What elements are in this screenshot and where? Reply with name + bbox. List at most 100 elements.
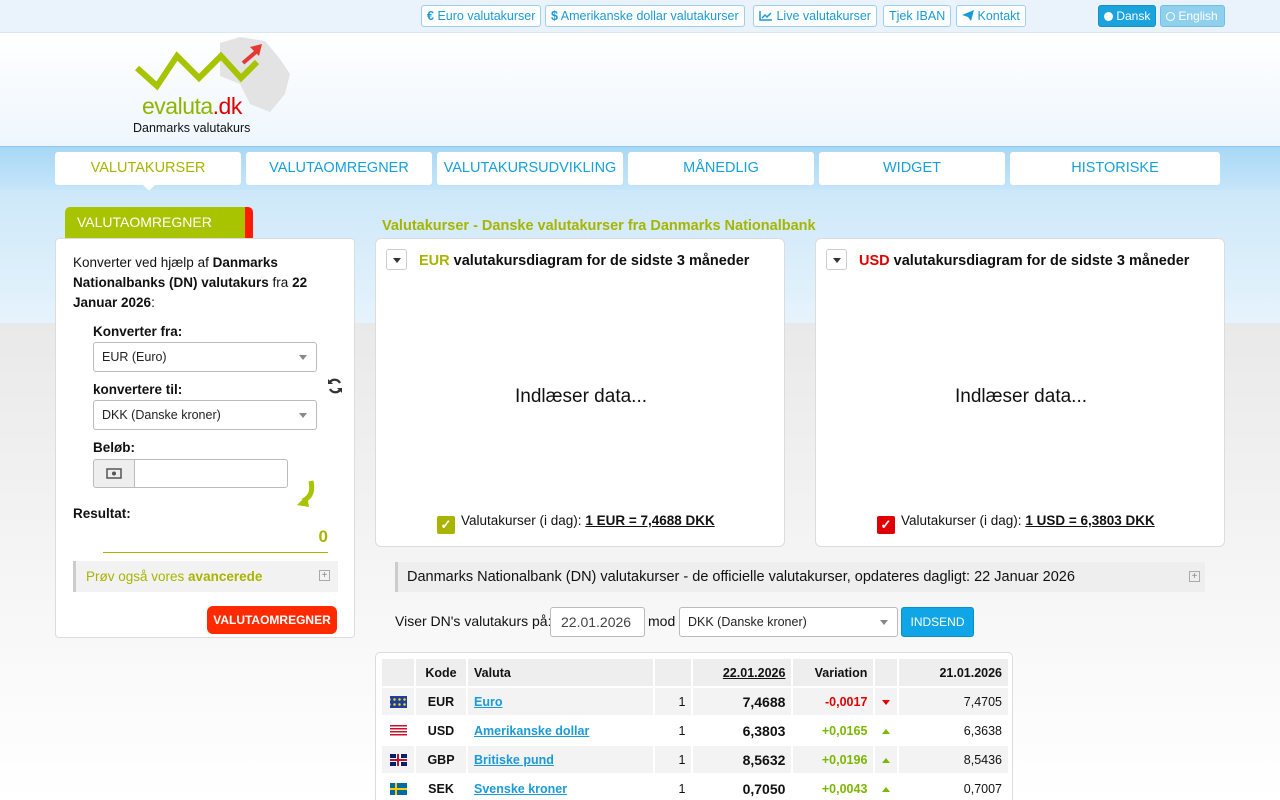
currency-link-cell: Amerikanske dollar [468,717,654,744]
nav-historiske[interactable]: HISTORISKE [1010,152,1220,185]
nav-widget[interactable]: WIDGET [819,152,1005,185]
eur-chart-loading: Indlæser data... [514,386,648,407]
euro-rates-link[interactable]: € Euro valutakurser [421,5,542,27]
trend-cell [875,688,898,715]
date-input[interactable]: 22.01.2026 [550,607,645,637]
from-label: Konverter fra: [93,324,183,339]
nav-maanedlig[interactable]: MÅNEDLIG [628,152,814,185]
eur-today-value: 1 EUR = 7,4688 DKK [585,513,715,528]
rate-cell: 0,7050 [693,775,792,800]
code-cell: GBP [416,746,466,773]
table-row: EUR Euro 1 7,4688 -0,0017 7,4705 [382,688,1008,715]
converter-submit-button[interactable]: VALUTAOMREGNER [207,606,337,634]
trend-up-icon [882,757,891,763]
currency-link[interactable]: Amerikanske dollar [474,724,589,738]
eur-today-rate: ✓ Valutakurser (i dag): 1 EUR = 7,4688 DK… [437,513,715,534]
lang-dansk-button[interactable]: Dansk [1098,5,1157,27]
unit-cell: 1 [655,746,692,773]
currency-link-cell: Euro [468,688,654,715]
rates-table: Kode Valuta 22.01.2026 Variation 21.01.2… [380,657,1010,800]
against-currency-select[interactable]: DKK (Danske kroner) [679,607,898,637]
table-row: GBP Britiske pund 1 8,5632 +0,0196 8,5436 [382,746,1008,773]
col-today[interactable]: 22.01.2026 [693,659,792,686]
col-flag [382,659,414,686]
prev-rate-cell: 6,3638 [899,717,1008,744]
trend-cell [875,717,898,744]
from-currency-select[interactable]: EUR (Euro) [93,342,317,372]
col-arrow [875,659,898,686]
converter-tab: VALUTAOMREGNER [65,207,245,239]
dropdown-arrow-icon [880,620,888,625]
dropdown-arrow-icon [299,355,307,360]
currency-link[interactable]: Euro [474,695,502,709]
dropdown-arrow-icon [393,258,401,263]
col-yesterday: 21.01.2026 [899,659,1008,686]
converter-panel: Konverter ved hjælp af Danmarks National… [55,238,355,638]
variation-cell: -0,0017 [793,688,874,715]
variation-cell: +0,0196 [793,746,874,773]
currency-link-cell: Britiske pund [468,746,654,773]
result-value: 0 [103,527,328,553]
nav-valutakursudvikling[interactable]: VALUTAKURSUDVIKLING [437,152,623,185]
rate-cell: 7,4688 [693,688,792,715]
money-addon [93,459,134,488]
paper-plane-icon [962,10,974,21]
expand-icon: + [319,570,330,581]
logo-tagline: Danmarks valutakurs [133,121,251,135]
logo-brand: evaluta [142,93,213,119]
to-label: konvertere til: [93,382,183,397]
dn-rates-header[interactable]: Danmarks Nationalbank (DN) valutakurser … [395,562,1205,592]
flag-cell [382,717,414,744]
code-cell: SEK [416,775,466,800]
to-currency-select[interactable]: DKK (Danske kroner) [93,400,317,430]
logo[interactable]: evaluta.dk Danmarks valutakurs [125,33,305,138]
radio-empty-icon [1166,12,1175,21]
main-heading: Valutakurser - Danske valutakurser fra D… [382,218,816,234]
flag-cell [382,775,414,800]
logo-tld: .dk [212,93,243,119]
submit-button[interactable]: INDSEND [901,607,974,637]
advanced-box[interactable]: Prøv også vores avancerede + [73,561,338,592]
money-icon [106,468,122,479]
currency-link[interactable]: Britiske pund [474,753,554,767]
amount-label: Beløb: [93,440,135,455]
trend-down-icon [882,699,891,705]
lang-english-button[interactable]: English [1160,5,1225,27]
result-label: Resultat: [73,506,131,521]
gb-flag-icon [389,754,407,767]
dropdown-arrow-icon [833,258,841,263]
dropdown-arrow-icon [299,413,307,418]
prev-rate-cell: 7,4705 [899,688,1008,715]
trend-cell [875,775,898,800]
usd-chart-panel: USD valutakursdiagram for de sidste 3 må… [815,238,1225,547]
live-rates-link[interactable]: Live valutakurser [753,5,877,27]
eu-flag-icon [389,696,407,709]
flag-cell [382,746,414,773]
col-code: Kode [416,659,466,686]
nav-valutakurser[interactable]: VALUTAKURSER [55,152,241,185]
variation-cell: +0,0165 [793,717,874,744]
eur-chart-title: EUR valutakursdiagram for de sidste 3 må… [419,253,750,269]
currency-link[interactable]: Svenske kroner [474,782,567,796]
table-row: SEK Svenske kroner 1 0,7050 +0,0043 0,7007 [382,775,1008,800]
prev-rate-cell: 0,7007 [899,775,1008,800]
flag-cell [382,688,414,715]
radio-filled-icon [1104,12,1113,21]
eur-chart-menu-button[interactable] [386,249,407,270]
contact-link[interactable]: Kontakt [956,5,1026,27]
variation-cell: +0,0043 [793,775,874,800]
unit-cell: 1 [655,717,692,744]
currency-link-cell: Svenske kroner [468,775,654,800]
swap-icon[interactable] [326,377,344,395]
col-name: Valuta [468,659,654,686]
unit-cell: 1 [655,688,692,715]
iban-link[interactable]: Tjek IBAN [883,5,952,27]
rate-cell: 6,3803 [693,717,792,744]
usd-today-value: 1 USD = 6,3803 DKK [1025,513,1155,528]
trend-up-icon [882,786,891,792]
nav-valutaomregner[interactable]: VALUTAOMREGNER [246,152,432,185]
usd-chart-menu-button[interactable] [826,249,847,270]
checkbox-icon: ✓ [877,516,895,534]
amount-input[interactable] [134,459,288,488]
usd-rates-link[interactable]: $ Amerikanske dollar valutakurser [545,5,745,27]
